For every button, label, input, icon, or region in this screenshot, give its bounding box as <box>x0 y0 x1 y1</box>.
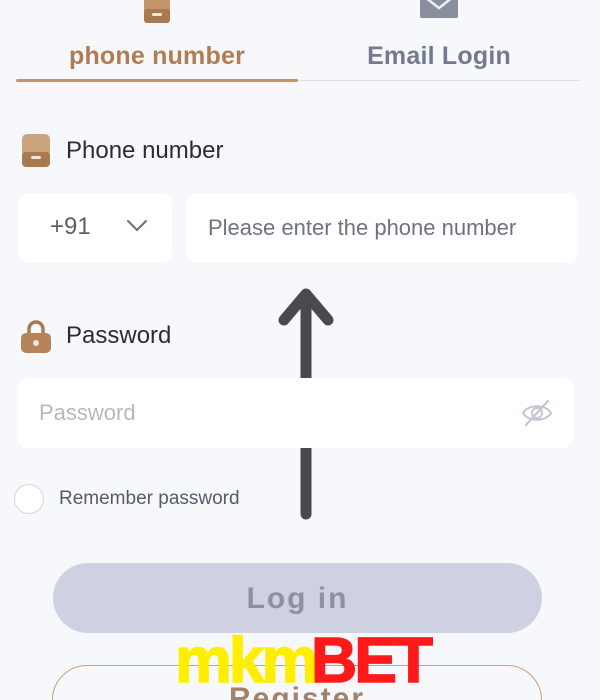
password-label-text: Password <box>66 322 172 349</box>
country-code-value: +91 <box>50 213 91 240</box>
tab-phone-number[interactable]: phone number <box>16 0 298 80</box>
watermark-bet: BET <box>311 624 433 696</box>
country-code-select[interactable]: +91 <box>18 193 172 263</box>
login-tabs: phone number Email Login <box>16 0 580 82</box>
password-input-container <box>17 378 573 448</box>
mkmbet-watermark-logo: mkm BET <box>175 623 435 697</box>
password-label: Password <box>20 318 171 354</box>
remember-password-label: Remember password <box>59 488 240 509</box>
eye-off-icon[interactable] <box>521 398 553 428</box>
tab-email-login[interactable]: Email Login <box>298 0 580 80</box>
phone-icon <box>143 0 171 29</box>
phone-input-container <box>186 193 577 263</box>
phone-number-label: Phone number <box>20 133 223 169</box>
chevron-down-icon <box>126 219 148 238</box>
lock-icon <box>20 319 52 353</box>
tab-phone-number-label: phone number <box>68 42 245 70</box>
envelope-icon <box>419 0 459 25</box>
watermark-mkm: mkm <box>175 624 315 696</box>
password-input[interactable] <box>17 378 573 448</box>
phone-number-label-text: Phone number <box>66 137 224 164</box>
login-page: phone number Email Login Phone number +9… <box>0 0 600 700</box>
tab-email-login-label: Email Login <box>367 42 511 70</box>
remember-password-option[interactable]: Remember password <box>14 482 240 516</box>
phone-icon <box>20 134 52 168</box>
active-tab-indicator <box>16 79 298 82</box>
phone-number-input[interactable] <box>186 193 577 263</box>
remember-password-radio[interactable] <box>14 484 44 514</box>
